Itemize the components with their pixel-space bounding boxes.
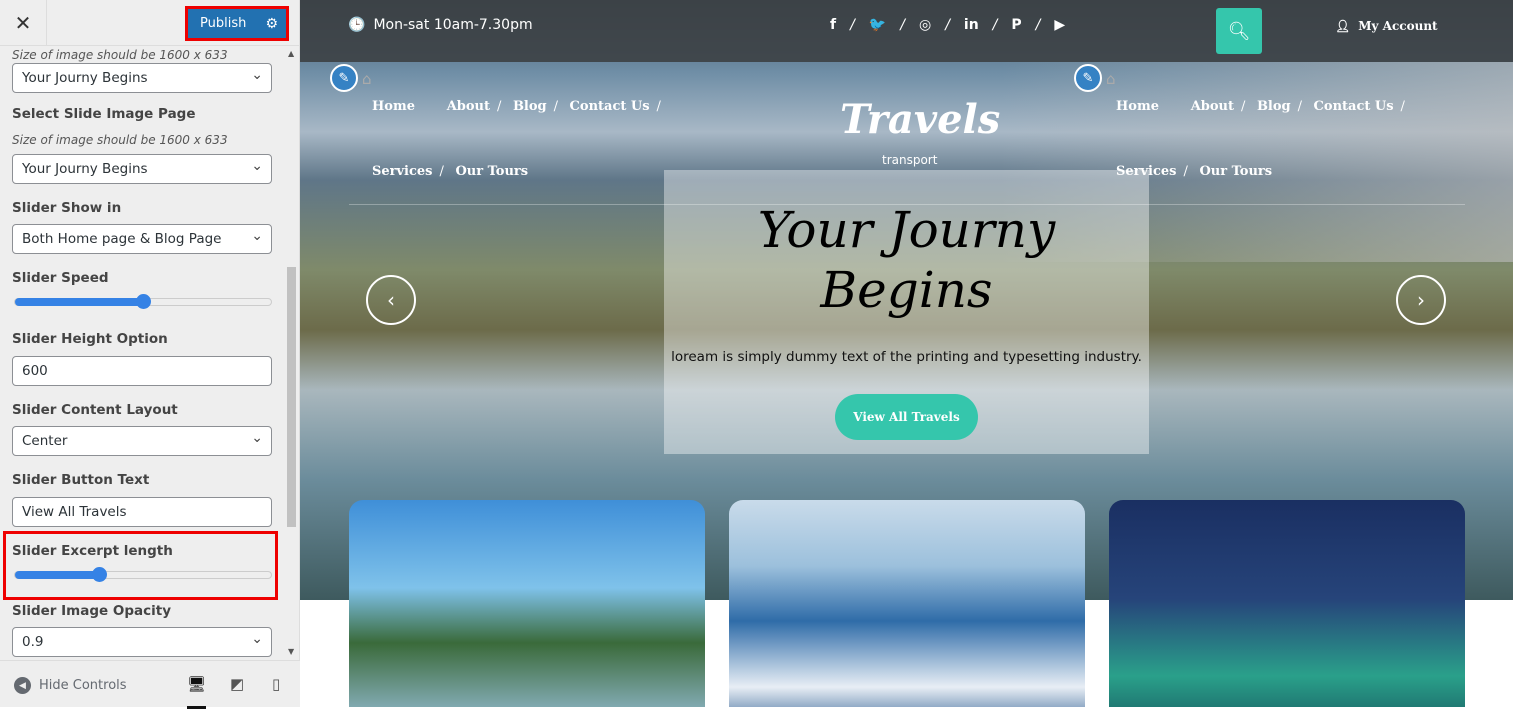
tour-card-aurora[interactable] xyxy=(1109,500,1465,707)
site-tagline: transport xyxy=(882,153,938,167)
slider-thumb[interactable] xyxy=(136,294,151,309)
prev-slide-select[interactable]: Your Journy Begins ⌄ xyxy=(12,63,272,93)
user-icon: 👤︎ xyxy=(1335,19,1351,33)
nav-tours[interactable]: Our Tours xyxy=(1199,164,1272,179)
nav-blog[interactable]: Blog xyxy=(1257,99,1291,114)
desktop-preview-icon[interactable]: 🖥 xyxy=(187,675,207,709)
slider-fill xyxy=(15,298,143,306)
arrow-left-icon: ◀ xyxy=(14,677,31,694)
select-value: Your Journy Begins xyxy=(22,161,148,177)
opacity-label: Slider Image Opacity xyxy=(12,603,172,619)
nav-blog[interactable]: Blog xyxy=(513,99,547,114)
clock-icon: 🕒 xyxy=(348,17,366,33)
gear-icon[interactable]: ⚙ xyxy=(265,16,278,32)
prev-desc: Size of image should be 1600 x 633 xyxy=(12,48,228,62)
customizer-sidebar: ✕ Publish ⚙ Size of image should be 1600 … xyxy=(0,0,300,709)
slide-title: Your Journy Begins xyxy=(757,201,1056,319)
layout-select[interactable]: Center ⌄ xyxy=(12,426,272,456)
show-in-label: Slider Show in xyxy=(12,200,122,216)
hide-controls-label: Hide Controls xyxy=(39,678,127,693)
opening-hours: 🕒 Mon-sat 10am-7.30pm xyxy=(348,17,533,33)
scrollbar-thumb[interactable] xyxy=(287,267,296,527)
opacity-select[interactable]: 0.9 ⌄ xyxy=(12,627,272,657)
height-label: Slider Height Option xyxy=(12,331,168,347)
nav-about[interactable]: About xyxy=(1191,99,1234,114)
slide-image-label: Select Slide Image Page xyxy=(12,106,196,122)
button-text-label: Slider Button Text xyxy=(12,472,150,488)
hours-text: Mon-sat 10am-7.30pm xyxy=(373,17,533,33)
speed-label: Slider Speed xyxy=(12,270,109,286)
account-label: My Account xyxy=(1358,19,1438,33)
chevron-down-icon: ⌄ xyxy=(251,158,263,174)
select-value: Your Journy Begins xyxy=(22,70,148,86)
chevron-left-icon: ‹ xyxy=(387,288,395,312)
tour-card-beach[interactable] xyxy=(349,500,705,707)
publish-button[interactable]: Publish ⚙ xyxy=(188,9,286,38)
youtube-icon[interactable]: ▶ xyxy=(1054,17,1065,33)
instagram-icon[interactable]: ◎ xyxy=(919,17,931,33)
nav-home[interactable]: Home xyxy=(1116,99,1159,114)
view-all-travels-button[interactable]: View All Travels xyxy=(835,394,978,440)
linkedin-icon[interactable]: in xyxy=(964,17,979,33)
show-in-select[interactable]: Both Home page & Blog Page ⌄ xyxy=(12,224,272,254)
home-icon[interactable]: ⌂ xyxy=(1106,70,1116,88)
social-links: f / 🐦 / ◎ / in / P / ▶ xyxy=(830,17,1066,33)
scroll-down-icon[interactable]: ▼ xyxy=(288,647,294,656)
slide-image-desc: Size of image should be 1600 x 633 xyxy=(12,133,228,147)
slide-content-box: Your Journy Begins loream is simply dumm… xyxy=(664,170,1149,454)
edit-pencil-icon[interactable]: ✎ xyxy=(1074,64,1102,92)
select-value: 0.9 xyxy=(22,634,44,650)
tour-card-santorini[interactable] xyxy=(729,500,1085,707)
primary-nav-left-row2: Services / Our Tours xyxy=(372,164,529,179)
pinterest-icon[interactable]: P xyxy=(1011,17,1021,33)
layout-label: Slider Content Layout xyxy=(12,402,178,418)
select-value: Both Home page & Blog Page xyxy=(22,231,222,247)
slider-next-button[interactable]: › xyxy=(1396,275,1446,325)
nav-about[interactable]: About xyxy=(447,99,490,114)
publish-label: Publish xyxy=(200,16,247,31)
customizer-header: ✕ Publish ⚙ xyxy=(0,0,299,46)
height-input[interactable]: 600 xyxy=(12,356,272,386)
chevron-down-icon: ⌄ xyxy=(251,228,263,244)
hide-controls-button[interactable]: ◀ Hide Controls xyxy=(14,677,127,694)
chevron-down-icon: ⌄ xyxy=(251,430,263,446)
primary-nav-right: Home About / Blog / Contact Us / xyxy=(1116,99,1405,114)
home-icon[interactable]: ⌂ xyxy=(362,70,372,88)
select-value: Center xyxy=(22,433,68,449)
slide-excerpt: loream is simply dummy text of the print… xyxy=(671,349,1142,365)
nav-services[interactable]: Services xyxy=(372,164,433,179)
my-account-link[interactable]: 👤︎ My Account xyxy=(1335,19,1438,33)
speed-slider[interactable] xyxy=(14,294,272,309)
button-text-input[interactable]: View All Travels xyxy=(12,497,272,527)
chevron-down-icon: ⌄ xyxy=(251,67,263,83)
customizer-footer: ◀ Hide Controls 🖥 ◩ ▯ xyxy=(0,660,300,709)
slider-prev-button[interactable]: ‹ xyxy=(366,275,416,325)
mobile-preview-icon[interactable]: ▯ xyxy=(272,675,280,693)
edit-pencil-icon[interactable]: ✎ xyxy=(330,64,358,92)
nav-contact[interactable]: Contact Us xyxy=(1314,99,1394,114)
slide-image-select[interactable]: Your Journy Begins ⌄ xyxy=(12,154,272,184)
chevron-right-icon: › xyxy=(1417,288,1425,312)
search-icon: 🔍︎ xyxy=(1227,20,1251,42)
scroll-up-icon[interactable]: ▲ xyxy=(288,49,294,58)
nav-tours[interactable]: Our Tours xyxy=(455,164,528,179)
publish-highlight: Publish ⚙ xyxy=(185,6,289,41)
twitter-icon[interactable]: 🐦 xyxy=(869,17,886,33)
search-button[interactable]: 🔍︎ xyxy=(1216,8,1262,54)
facebook-icon[interactable]: f xyxy=(830,17,836,33)
chevron-down-icon: ⌄ xyxy=(251,631,263,647)
scrollbar[interactable]: ▲ ▼ xyxy=(285,47,299,660)
site-preview: 🕒 Mon-sat 10am-7.30pm f / 🐦 / ◎ / in / P / ▶ 🔍… xyxy=(300,0,1513,707)
close-button[interactable]: ✕ xyxy=(0,0,47,46)
tablet-preview-icon[interactable]: ◩ xyxy=(230,675,244,693)
site-logo[interactable]: Travels xyxy=(840,96,1000,143)
top-header: 🕒 Mon-sat 10am-7.30pm f / 🐦 / ◎ / in / P / ▶ 🔍… xyxy=(300,0,1513,62)
excerpt-highlight xyxy=(3,531,278,600)
nav-contact[interactable]: Contact Us xyxy=(570,99,650,114)
nav-home[interactable]: Home xyxy=(372,99,415,114)
primary-nav-left: Home About / Blog / Contact Us / xyxy=(372,99,661,114)
